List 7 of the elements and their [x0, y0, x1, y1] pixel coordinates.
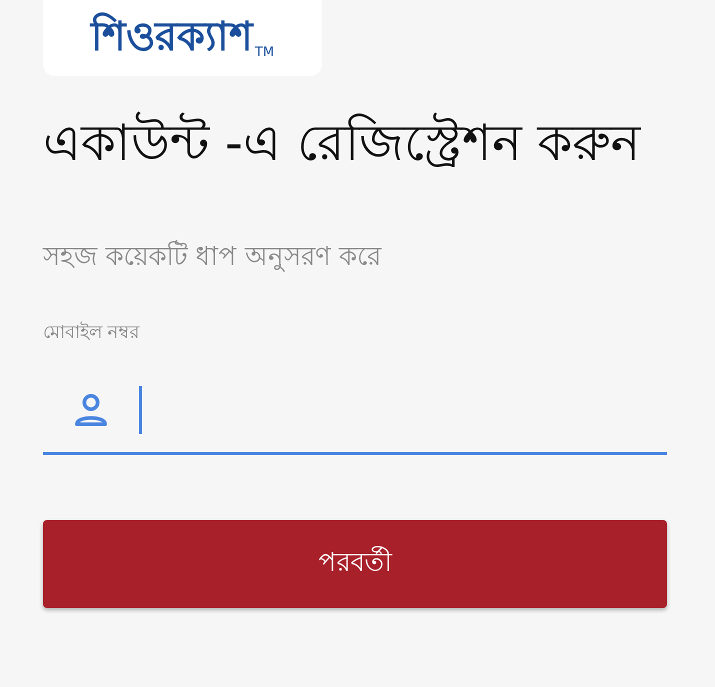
subtitle: সহজ কয়েকটি ধাপ অনুসরণ করে: [43, 239, 383, 274]
field-label: মোবাইল নম্বর: [43, 320, 141, 345]
text-cursor: [139, 386, 142, 434]
logo-text: শিওরক্যাশ: [90, 11, 253, 62]
next-button[interactable]: পরবর্তী: [43, 520, 667, 608]
trademark-mark: TM: [254, 45, 274, 60]
page-title: একাউন্ট -এ রেজিস্ট্রেশন করুন: [43, 104, 667, 182]
